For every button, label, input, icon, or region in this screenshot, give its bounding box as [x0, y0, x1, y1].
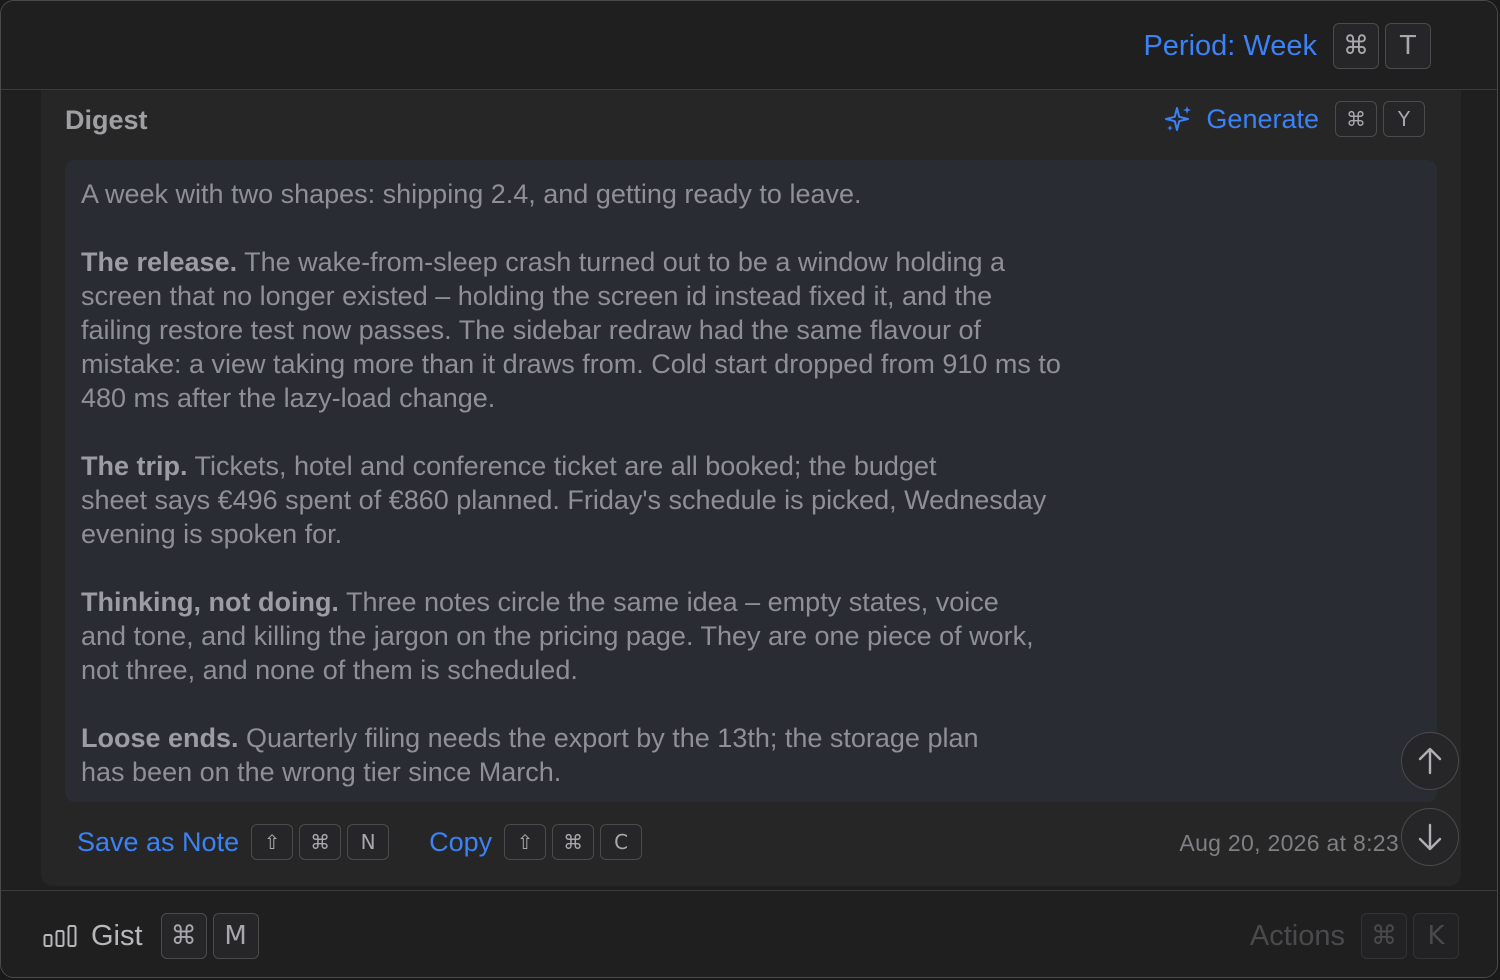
- section-line: sheet says €496 spent of €860 planned. F…: [81, 485, 1047, 515]
- section-line: mistake: a view taking more than it draw…: [81, 349, 1061, 379]
- section-line: screen that no longer existed – holding …: [81, 281, 993, 311]
- section-line: has been on the wrong tier since March.: [81, 757, 562, 787]
- actions-label[interactable]: Actions: [1250, 920, 1345, 953]
- shortcut-key: T: [1385, 23, 1431, 69]
- command-key-icon: ⌘: [1361, 913, 1407, 959]
- generate-label[interactable]: Generate: [1206, 104, 1319, 135]
- digest-section-loose-ends: Loose ends. Quarterly filing needs the e…: [81, 721, 1161, 789]
- period-label[interactable]: Period: Week: [1143, 30, 1317, 63]
- digest-actions: Save as Note ⇧ ⌘ N Copy ⇧ ⌘ C: [77, 824, 643, 860]
- app-window: Period: Week ⌘ T Digest Generate ⌘ Y A w…: [0, 0, 1498, 978]
- digest-section-release: The release. The wake-from-sleep crash t…: [81, 245, 1161, 415]
- actions-menu-button[interactable]: Actions ⌘ K: [1250, 913, 1459, 959]
- arrow-up-icon: [1418, 747, 1442, 775]
- shortcut-key: Y: [1383, 101, 1425, 137]
- section-heading: The trip.: [81, 451, 188, 481]
- shift-key-icon: ⇧: [504, 824, 547, 860]
- command-key-icon: ⌘: [160, 913, 207, 959]
- section-line: failing restore test now passes. The sid…: [81, 315, 981, 345]
- digest-timestamp: Aug 20, 2026 at 8:23: [1179, 830, 1399, 856]
- arrow-down-icon: [1418, 823, 1442, 851]
- section-heading: Thinking, not doing.: [81, 587, 339, 617]
- section-heading: Loose ends.: [81, 723, 239, 753]
- save-as-note-button[interactable]: Save as Note: [77, 827, 239, 858]
- scroll-up-button[interactable]: [1401, 732, 1459, 790]
- section-line: 480 ms after the lazy-load change.: [81, 383, 496, 413]
- command-key-icon: ⌘: [1333, 23, 1379, 69]
- digest-intro: A week with two shapes: shipping 2.4, an…: [81, 179, 862, 209]
- digest-panel: Digest Generate ⌘ Y A week with two shap…: [41, 90, 1461, 886]
- command-key-icon: ⌘: [299, 824, 342, 860]
- digest-content[interactable]: A week with two shapes: shipping 2.4, an…: [65, 160, 1437, 802]
- digest-section-trip: The trip. Tickets, hotel and conference …: [81, 449, 1161, 551]
- section-line: and tone, and killing the jargon on the …: [81, 621, 1034, 651]
- sparkles-icon: [1165, 106, 1192, 131]
- generate-button[interactable]: Generate ⌘ Y: [1164, 101, 1425, 137]
- copy-button[interactable]: Copy: [429, 827, 492, 858]
- digest-section-thinking: Thinking, not doing. Three notes circle …: [81, 585, 1161, 687]
- section-line: Quarterly filing needs the export by the…: [246, 723, 979, 753]
- panel-title: Digest: [65, 105, 148, 135]
- scroll-down-button[interactable]: [1401, 808, 1459, 866]
- section-line: not three, and none of them is scheduled…: [81, 655, 578, 685]
- shortcut-key: N: [347, 824, 390, 860]
- section-line: The wake-from-sleep crash turned out to …: [244, 247, 1006, 277]
- bottom-bar: Gist ⌘ M Actions ⌘ K: [1, 890, 1497, 977]
- copy-shortcut: ⇧ ⌘ C: [504, 824, 643, 860]
- section-heading: The release.: [81, 247, 238, 277]
- gist-command[interactable]: Gist ⌘ M: [43, 913, 259, 959]
- shift-key-icon: ⇧: [251, 824, 294, 860]
- shortcut-key: C: [600, 824, 643, 860]
- bar-chart-icon: [43, 925, 77, 947]
- top-bar: Period: Week ⌘ T: [1, 1, 1497, 90]
- command-key-icon: ⌘: [1335, 101, 1377, 137]
- shortcut-key: K: [1413, 913, 1459, 959]
- section-line: evening is spoken for.: [81, 519, 343, 549]
- command-key-icon: ⌘: [552, 824, 595, 860]
- gist-label[interactable]: Gist: [91, 920, 143, 953]
- section-line: Three notes circle the same idea – empty…: [345, 587, 999, 617]
- section-line: Tickets, hotel and conference ticket are…: [194, 451, 937, 481]
- save-shortcut: ⇧ ⌘ N: [251, 824, 390, 860]
- shortcut-key: M: [212, 913, 259, 959]
- period-selector[interactable]: Period: Week ⌘ T: [1143, 23, 1431, 69]
